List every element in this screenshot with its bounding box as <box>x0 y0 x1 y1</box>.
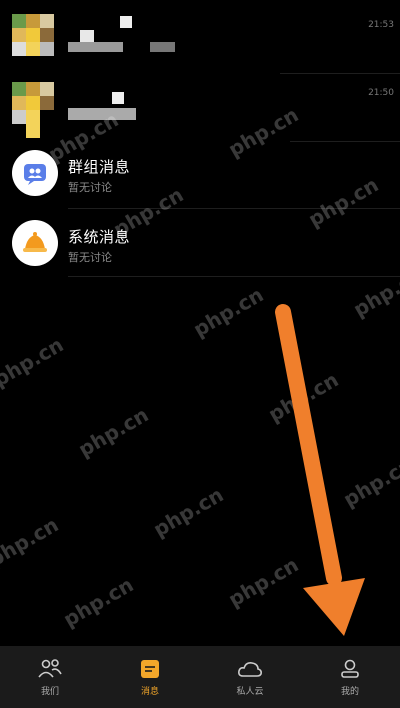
profile-icon <box>341 659 359 678</box>
tab-messages[interactable]: 消息 <box>100 646 200 708</box>
tab-me[interactable]: 我的 <box>300 646 400 708</box>
tab-label: 我们 <box>40 686 59 697</box>
people-icon <box>38 658 62 678</box>
tab-private-cloud[interactable]: 私人云 <box>200 646 300 708</box>
tab-we[interactable]: 我们 <box>0 646 100 708</box>
tab-label: 私人云 <box>236 686 264 697</box>
cloud-icon <box>238 661 262 677</box>
tab-label: 消息 <box>140 686 159 697</box>
tab-label: 我的 <box>340 686 359 697</box>
annotation-arrow <box>275 304 365 636</box>
bottom-tab-bar: 我们 消息 私人云 我的 <box>0 646 400 708</box>
message-icon <box>141 659 159 678</box>
